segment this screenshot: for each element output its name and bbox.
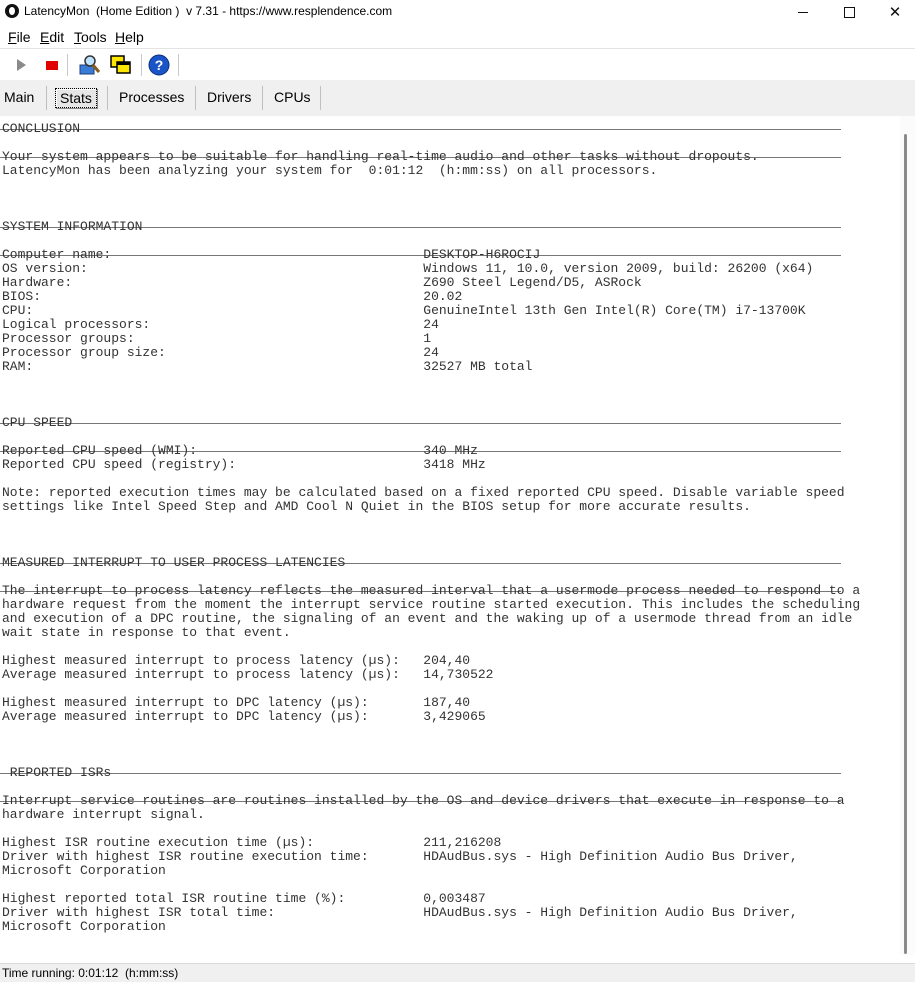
app-icon [5,4,19,18]
maximize-icon [843,6,855,18]
analyze-button[interactable] [78,53,102,77]
help-icon: ? [148,54,170,76]
toolbar-separator [67,54,68,76]
tab-divider [107,86,108,110]
window-title: LatencyMon (Home Edition ) v 7.31 - http… [24,4,393,18]
toolbar: ? [0,50,915,80]
menu-tools[interactable]: Tools [74,29,107,45]
tab-divider [46,86,47,110]
help-button[interactable]: ? [147,53,171,77]
toolbar-separator [178,54,179,76]
vertical-scrollbar[interactable] [900,116,915,955]
report-view[interactable]: CONCLUSION Your system appears to be sui… [0,116,900,955]
menu-help[interactable]: Help [115,29,144,45]
search-icon [79,55,101,75]
scrollbar-thumb[interactable] [904,134,907,954]
menu-edit[interactable]: Edit [40,29,64,45]
svg-text:?: ? [155,57,164,73]
tab-main[interactable]: Main [0,88,38,106]
tab-processes[interactable]: Processes [115,88,188,106]
status-bar: Time running: 0:01:12 (h:mm:ss) [0,963,915,982]
tab-cpus[interactable]: CPUs [270,88,315,106]
tab-divider [262,86,263,110]
start-button[interactable] [9,53,33,77]
tab-divider [195,86,196,110]
maximize-button[interactable] [826,0,872,24]
toolbar-separator [141,54,142,76]
menu-file[interactable]: File [8,29,31,45]
stop-button[interactable] [40,53,64,77]
play-icon [17,59,26,71]
tab-divider [320,86,321,110]
close-button[interactable]: ✕ [872,0,915,24]
stop-icon [46,61,58,70]
tab-drivers[interactable]: Drivers [203,88,255,106]
menu-bar: File Edit Tools Help [0,26,915,49]
windows-icon [110,55,131,74]
close-icon: ✕ [888,4,902,21]
tab-bar: Main Stats Processes Drivers CPUs [0,80,915,116]
windows-button[interactable] [109,53,133,77]
minimize-button[interactable] [780,0,826,24]
title-bar: LatencyMon (Home Edition ) v 7.31 - http… [0,0,915,24]
minimize-icon [798,11,808,13]
status-time-running: Time running: 0:01:12 (h:mm:ss) [2,966,179,980]
tab-stats[interactable]: Stats [55,88,97,108]
stats-report-text: CONCLUSION Your system appears to be sui… [2,121,861,934]
